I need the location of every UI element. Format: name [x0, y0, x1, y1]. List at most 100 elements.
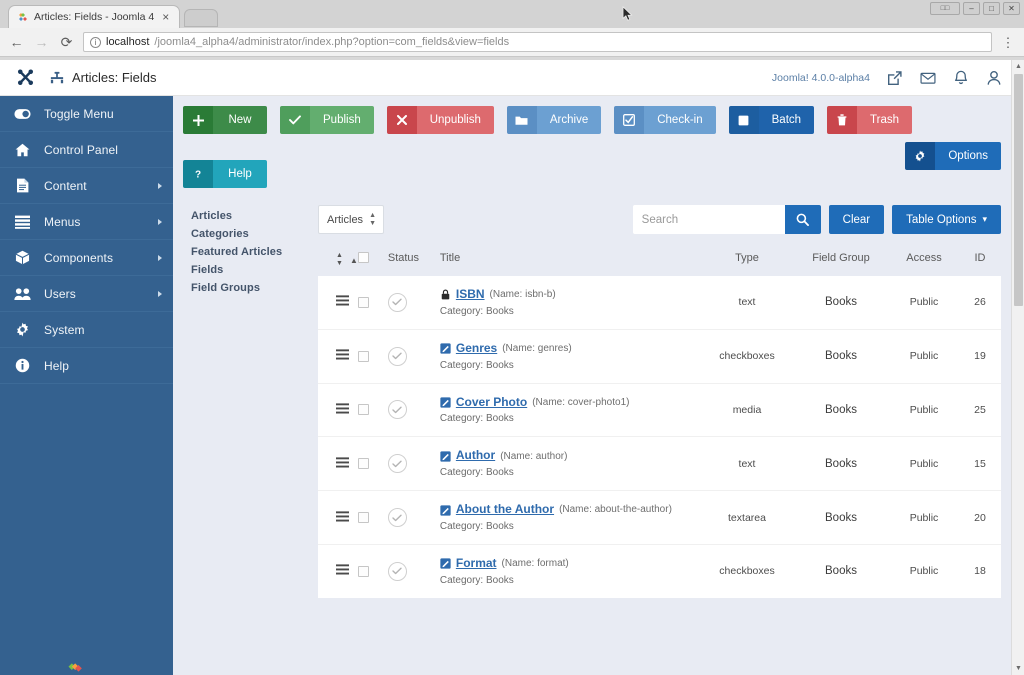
scroll-down-arrow-icon[interactable]: ▼ — [1012, 662, 1024, 675]
sidebar-item-toggle-menu[interactable]: Toggle Menu — [0, 96, 173, 132]
row-title-link[interactable]: Cover Photo — [456, 395, 527, 410]
drag-handle-icon[interactable] — [336, 403, 349, 414]
sidebar-item-users[interactable]: Users — [0, 276, 173, 312]
subnav-item-articles[interactable]: Articles — [191, 210, 318, 222]
close-icon[interactable]: × — [159, 11, 172, 24]
search-button[interactable] — [784, 205, 821, 234]
forward-button[interactable]: → — [33, 34, 50, 51]
row-checkbox[interactable] — [357, 404, 369, 416]
window-extra-button[interactable]: □□ — [930, 2, 960, 15]
sidebar-item-content[interactable]: Content — [0, 168, 173, 204]
edit-icon[interactable] — [440, 451, 451, 462]
row-checkbox-cell[interactable] — [357, 276, 388, 329]
status-published-icon[interactable] — [387, 400, 407, 420]
row-checkbox-cell[interactable] — [357, 437, 388, 491]
row-drag-cell[interactable] — [318, 329, 358, 383]
sidebar-item-components[interactable]: Components — [0, 240, 173, 276]
row-checkbox[interactable] — [357, 350, 369, 362]
row-status-cell[interactable] — [387, 437, 440, 491]
browser-tab[interactable]: Articles: Fields - Joomla 4 × — [8, 5, 181, 28]
maximize-button[interactable]: □ — [983, 2, 1000, 15]
row-status-cell[interactable] — [387, 276, 440, 329]
col-status-header[interactable]: Status — [388, 248, 440, 276]
page-scrollbar[interactable]: ▲ ▼ — [1011, 60, 1024, 675]
browser-menu-icon[interactable]: ⋮ — [1000, 36, 1016, 49]
options-button[interactable]: Options — [905, 142, 1001, 170]
row-drag-cell[interactable] — [318, 276, 358, 329]
scroll-up-arrow-icon[interactable]: ▲ — [1012, 60, 1024, 73]
row-checkbox[interactable] — [357, 565, 369, 577]
col-access-header[interactable]: Access — [889, 248, 959, 276]
subnav-item-categories[interactable]: Categories — [191, 228, 318, 240]
mail-icon[interactable] — [920, 70, 936, 86]
edit-icon[interactable] — [440, 558, 451, 570]
reload-button[interactable]: ⟳ — [58, 34, 75, 51]
sort-asc-icon[interactable]: ▲ — [350, 256, 358, 265]
row-checkbox-cell[interactable] — [357, 491, 388, 545]
row-title-link[interactable]: Genres — [456, 341, 497, 356]
row-status-cell[interactable] — [387, 329, 440, 383]
edit-icon[interactable] — [440, 343, 451, 354]
close-window-button[interactable]: ✕ — [1003, 2, 1020, 15]
col-checkall-header[interactable] — [357, 248, 388, 276]
row-checkbox-cell[interactable] — [357, 329, 388, 383]
batch-button[interactable]: Batch — [728, 106, 815, 134]
sidebar-item-menus[interactable]: Menus — [0, 204, 173, 240]
site-info-icon[interactable]: i — [90, 36, 101, 48]
checkin-button[interactable]: Check-in — [614, 106, 716, 134]
select-all-checkbox[interactable] — [357, 252, 369, 263]
row-drag-cell[interactable] — [318, 544, 358, 597]
edit-icon[interactable] — [440, 504, 451, 516]
row-checkbox[interactable] — [357, 458, 369, 470]
row-checkbox-cell[interactable] — [357, 544, 388, 597]
status-published-icon[interactable] — [387, 346, 407, 366]
search-input[interactable] — [632, 205, 785, 234]
row-title-link[interactable]: ISBN — [456, 287, 485, 302]
sidebar-item-control-panel[interactable]: Control Panel — [0, 132, 173, 168]
row-drag-cell[interactable] — [318, 383, 358, 437]
row-status-cell[interactable] — [387, 491, 440, 545]
drag-handle-icon[interactable] — [336, 510, 349, 522]
subnav-item-fields[interactable]: Fields — [191, 264, 318, 276]
col-sort-header[interactable]: ▲ ▼ ▲ — [318, 248, 358, 276]
clear-button[interactable]: Clear — [828, 205, 885, 234]
row-checkbox[interactable] — [357, 296, 369, 308]
row-title-link[interactable]: Author — [456, 449, 495, 463]
col-type-header[interactable]: Type — [701, 248, 793, 276]
row-drag-cell[interactable] — [318, 437, 358, 491]
trash-button[interactable]: Trash — [827, 106, 913, 134]
sidebar-item-help[interactable]: Help — [0, 348, 173, 384]
status-published-icon[interactable] — [387, 561, 407, 581]
row-status-cell[interactable] — [387, 383, 440, 437]
unpublish-button[interactable]: Unpublish — [386, 106, 494, 134]
address-bar[interactable]: i localhost/joomla4_alpha4/administrator… — [83, 32, 992, 52]
new-tab-button[interactable] — [184, 9, 219, 27]
archive-button[interactable]: Archive — [506, 106, 602, 134]
drag-handle-icon[interactable] — [336, 564, 349, 575]
row-checkbox[interactable] — [357, 512, 369, 524]
status-published-icon[interactable] — [387, 454, 407, 474]
table-options-button[interactable]: Table Options ▾ — [892, 205, 1001, 234]
sidebar-item-system[interactable]: System — [0, 312, 173, 348]
scrollbar-thumb[interactable] — [1014, 74, 1023, 306]
sort-updown-icon[interactable]: ▲ ▼ — [336, 252, 343, 267]
bell-icon[interactable] — [953, 70, 969, 86]
edit-icon[interactable] — [440, 397, 451, 408]
drag-handle-icon[interactable] — [336, 295, 349, 306]
subnav-item-field-groups[interactable]: Field Groups — [191, 282, 318, 294]
subnav-item-featured-articles[interactable]: Featured Articles — [191, 246, 318, 258]
help-button[interactable]: ? Help — [183, 160, 267, 188]
status-published-icon[interactable] — [387, 508, 407, 528]
joomla-logo[interactable] — [0, 60, 50, 96]
back-button[interactable]: ← — [8, 34, 25, 51]
row-title-link[interactable]: About the Author — [456, 502, 554, 517]
minimize-button[interactable]: – — [963, 2, 980, 15]
external-link-icon[interactable] — [887, 70, 903, 86]
new-button[interactable]: New — [183, 106, 267, 134]
col-field-group-header[interactable]: Field Group — [793, 248, 889, 276]
row-drag-cell[interactable] — [318, 491, 358, 545]
drag-handle-icon[interactable] — [336, 457, 349, 468]
user-icon[interactable] — [986, 70, 1002, 86]
col-title-header[interactable]: Title — [440, 248, 701, 276]
col-id-header[interactable]: ID — [959, 248, 1001, 276]
